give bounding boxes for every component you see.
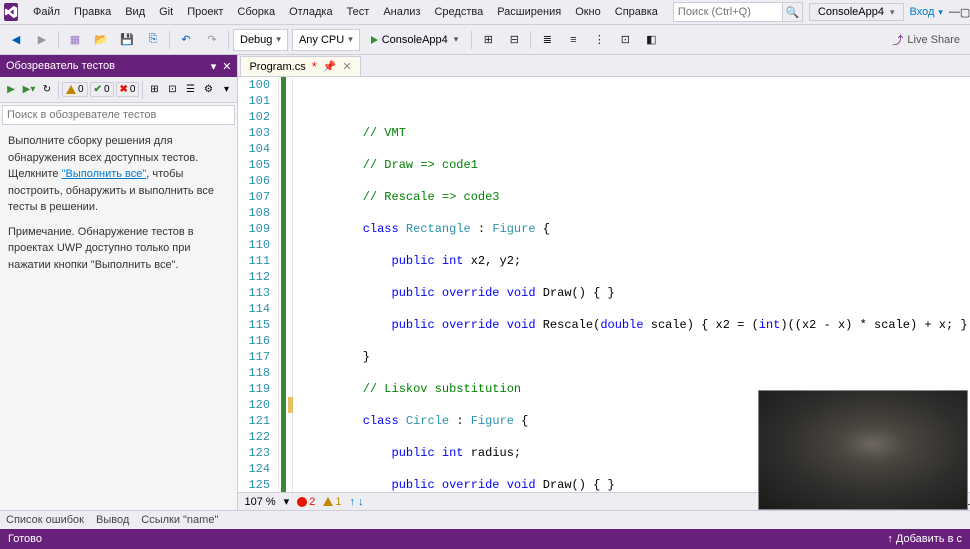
start-debug-button[interactable]: ConsoleApp4	[362, 29, 468, 51]
test-explorer-title: Обозреватель тестов ▾ ✕	[0, 55, 237, 77]
new-project-icon[interactable]: ▦	[63, 29, 87, 51]
menu-tools[interactable]: Средства	[427, 4, 490, 20]
tests-pass-badge[interactable]: ✔0	[90, 82, 114, 97]
tab-error-list[interactable]: Список ошибок	[6, 514, 84, 526]
test-explorer-note: Примечание. Обнаружение тестов в проекта…	[8, 224, 229, 274]
menu-file[interactable]: Файл	[26, 4, 67, 20]
config-dropdown[interactable]: Debug	[233, 29, 288, 51]
maximize-button[interactable]: ▢	[960, 2, 970, 22]
run-all-link[interactable]: "Выполнить все"	[62, 168, 147, 180]
menu-git[interactable]: Git	[152, 4, 180, 20]
menu-view[interactable]: Вид	[118, 4, 152, 20]
test-explorer-content: Выполните сборку решения для обнаружения…	[0, 127, 237, 510]
tab-pin-icon[interactable]: 📌	[323, 60, 337, 73]
status-add-to-source[interactable]: ↑ Добавить в с	[887, 533, 962, 545]
sign-in-label: Вход	[910, 6, 935, 18]
menu-analyze[interactable]: Анализ	[376, 4, 427, 20]
search-input[interactable]	[673, 2, 783, 22]
search-button-icon[interactable]: 🔍	[783, 2, 803, 22]
toolbar-icon-3[interactable]: ≣	[535, 29, 559, 51]
error-count[interactable]: 2	[297, 496, 315, 508]
test-explorer-panel: Обозреватель тестов ▾ ✕ ▶ ▶▾ ↻ 0 ✔0 ✖0 ⊞…	[0, 55, 238, 510]
test-explorer-title-label: Обозреватель тестов	[6, 60, 115, 72]
warning-count[interactable]: 1	[323, 496, 341, 508]
menu-build[interactable]: Сборка	[230, 4, 282, 20]
line-number-gutter: 1001011021031041051061071081091101111121…	[238, 77, 279, 492]
menu-edit[interactable]: Правка	[67, 4, 118, 20]
menu-project[interactable]: Проект	[180, 4, 230, 20]
tab-references[interactable]: Ссылки "name"	[141, 514, 218, 526]
change-margin	[279, 77, 293, 492]
platform-dropdown[interactable]: Any CPU	[292, 29, 360, 51]
toolbar-icon-2[interactable]: ⊟	[502, 29, 526, 51]
test-search	[2, 105, 235, 125]
tab-close-icon[interactable]: ✕	[342, 60, 351, 73]
panel-dropdown-icon[interactable]: ▾	[211, 60, 217, 73]
menu-help[interactable]: Справка	[608, 4, 665, 20]
nav-forward-icon[interactable]: ▶	[30, 29, 54, 51]
run-all-tests-icon[interactable]: ▶	[2, 80, 20, 100]
bottom-tabs: Список ошибок Вывод Ссылки "name"	[0, 510, 970, 529]
tests-fail-badge[interactable]: ✖0	[116, 82, 140, 97]
test-settings-icon[interactable]: ⚙	[199, 80, 217, 100]
tab-label: Program.cs	[249, 61, 305, 73]
test-view-icon-2[interactable]: ⊡	[163, 80, 181, 100]
menu-debug[interactable]: Отладка	[282, 4, 339, 20]
menu-test[interactable]: Тест	[340, 4, 377, 20]
menu-window[interactable]: Окно	[568, 4, 608, 20]
test-search-input[interactable]	[2, 105, 235, 125]
run-target-label: ConsoleApp4	[382, 34, 448, 46]
panel-close-icon[interactable]: ✕	[222, 60, 231, 73]
save-icon[interactable]: 💾	[115, 29, 139, 51]
editor-tab-bar: Program.cs* 📌 ✕ ▾	[238, 55, 970, 77]
undo-icon[interactable]: ↶	[174, 29, 198, 51]
status-ready: Готово	[8, 533, 42, 545]
status-bar: Готово ↑ Добавить в с	[0, 529, 970, 549]
test-view-icon-3[interactable]: ☰	[181, 80, 199, 100]
menu-extensions[interactable]: Расширения	[490, 4, 568, 20]
repeat-tests-icon[interactable]: ↻	[38, 80, 56, 100]
zoom-level[interactable]: 107 %	[244, 496, 275, 508]
toolbar-icon-7[interactable]: ◧	[639, 29, 663, 51]
toolbar-icon-1[interactable]: ⊞	[476, 29, 500, 51]
startup-project-dropdown[interactable]: ConsoleApp4	[809, 3, 904, 21]
quick-search: 🔍	[673, 2, 803, 22]
tab-output[interactable]: Вывод	[96, 514, 129, 526]
issues-nav-icon[interactable]: ↑ ↓	[349, 496, 363, 508]
run-tests-icon[interactable]: ▶▾	[20, 80, 38, 100]
nav-back-icon[interactable]: ◀	[4, 29, 28, 51]
live-share-button[interactable]: ⤴Live Share	[886, 32, 966, 48]
tab-program-cs[interactable]: Program.cs* 📌 ✕	[240, 56, 360, 76]
menu-bar: Файл Правка Вид Git Проект Сборка Отладк…	[0, 0, 970, 25]
test-more-icon[interactable]: ▾	[217, 80, 235, 100]
toolbar-icon-5[interactable]: ⋮	[587, 29, 611, 51]
save-all-icon[interactable]: ⎘	[141, 29, 165, 51]
main-toolbar: ◀ ▶ ▦ 📂 💾 ⎘ ↶ ↷ Debug Any CPU ConsoleApp…	[0, 25, 970, 55]
redo-icon[interactable]: ↷	[200, 29, 224, 51]
sign-in-link[interactable]: Вход	[904, 6, 949, 18]
open-file-icon[interactable]: 📂	[89, 29, 113, 51]
live-share-label: Live Share	[907, 34, 960, 46]
minimize-button[interactable]: —	[949, 2, 960, 22]
test-view-icon-1[interactable]: ⊞	[145, 80, 163, 100]
test-explorer-toolbar: ▶ ▶▾ ↻ 0 ✔0 ✖0 ⊞ ⊡ ☰ ⚙ ▾	[0, 77, 237, 103]
tests-warn-badge[interactable]: 0	[62, 82, 88, 97]
vs-logo-icon	[4, 3, 18, 21]
toolbar-icon-6[interactable]: ⊡	[613, 29, 637, 51]
webcam-overlay	[758, 390, 968, 510]
toolbar-icon-4[interactable]: ≡	[561, 29, 585, 51]
